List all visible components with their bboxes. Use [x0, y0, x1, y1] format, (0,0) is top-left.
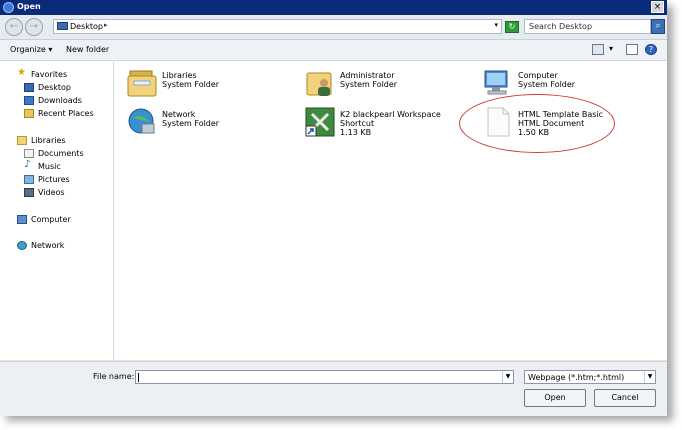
music-icon: ♪: [24, 159, 31, 170]
file-type-select[interactable]: Webpage (*.htm;*.html) ▼: [524, 370, 656, 384]
open-dialog: Open × ← → Desktop ▸ ▾ ↻ Search Desktop …: [0, 0, 667, 416]
change-view-icon[interactable]: [592, 44, 604, 55]
view-dropdown-icon[interactable]: ▾: [609, 44, 613, 53]
new-folder-button[interactable]: New folder: [66, 45, 109, 54]
search-input[interactable]: Search Desktop: [524, 19, 651, 34]
libraries-icon: [127, 70, 157, 97]
network-icon: [128, 108, 155, 134]
file-name-input[interactable]: ▼: [135, 370, 514, 384]
file-type-dropdown-icon[interactable]: ▼: [644, 371, 655, 383]
videos-icon: [24, 188, 34, 197]
preview-pane-icon[interactable]: [626, 44, 638, 55]
refresh-button[interactable]: ↻: [505, 21, 519, 33]
computer-icon: [17, 215, 27, 224]
forward-button[interactable]: →: [25, 18, 43, 36]
window-title: Open: [17, 2, 41, 11]
address-location: Desktop: [70, 22, 103, 31]
computer-icon: [484, 70, 508, 95]
search-placeholder: Search Desktop: [529, 22, 593, 31]
open-button[interactable]: Open: [524, 389, 586, 407]
text-caret: [138, 373, 139, 382]
title-bar: Open ×: [0, 0, 667, 15]
help-icon[interactable]: ?: [645, 44, 657, 55]
desktop-icon: [57, 22, 68, 30]
search-icon[interactable]: ⌕: [651, 19, 665, 34]
shortcut-tools-icon: [305, 107, 335, 137]
downloads-icon: [24, 96, 34, 105]
file-list: Libraries System Folder Administrator Sy…: [114, 61, 667, 360]
dialog-footer: File name: ▼ Webpage (*.htm;*.html) ▼ Op…: [0, 361, 667, 416]
navigation-bar: ← → Desktop ▸ ▾ ↻ Search Desktop ⌕: [0, 15, 667, 40]
list-item[interactable]: Network System Folder: [126, 106, 276, 146]
user-folder-icon: [306, 72, 332, 96]
close-icon[interactable]: ×: [651, 1, 664, 13]
breadcrumb-chevron-icon[interactable]: ▸: [104, 21, 108, 29]
command-toolbar: Organize ▾ New folder ▾ ?: [0, 40, 667, 61]
navigation-pane: ★ Favorites Desktop Downloads Recent Pla…: [0, 61, 114, 360]
address-bar[interactable]: Desktop ▸ ▾: [53, 19, 502, 34]
libraries-icon: [17, 136, 27, 145]
app-icon: [3, 2, 14, 13]
list-item[interactable]: Libraries System Folder: [126, 67, 276, 107]
list-item[interactable]: K2 blackpearl Workspace Shortcut 1.13 KB: [304, 106, 454, 146]
highlight-annotation: [459, 94, 615, 153]
desktop-icon: [24, 83, 34, 92]
network-icon: [17, 241, 27, 250]
pictures-icon: [24, 175, 34, 184]
address-dropdown-icon[interactable]: ▾: [494, 21, 498, 29]
star-icon: ★: [17, 67, 26, 78]
file-name-label: File name:: [93, 372, 135, 381]
documents-icon: [24, 149, 34, 158]
list-item[interactable]: Administrator System Folder: [304, 67, 454, 107]
cancel-button[interactable]: Cancel: [594, 389, 656, 407]
file-name-dropdown-icon[interactable]: ▼: [502, 371, 513, 383]
recent-places-icon: [24, 109, 34, 118]
organize-button[interactable]: Organize ▾: [10, 45, 52, 54]
back-button[interactable]: ←: [5, 18, 23, 36]
